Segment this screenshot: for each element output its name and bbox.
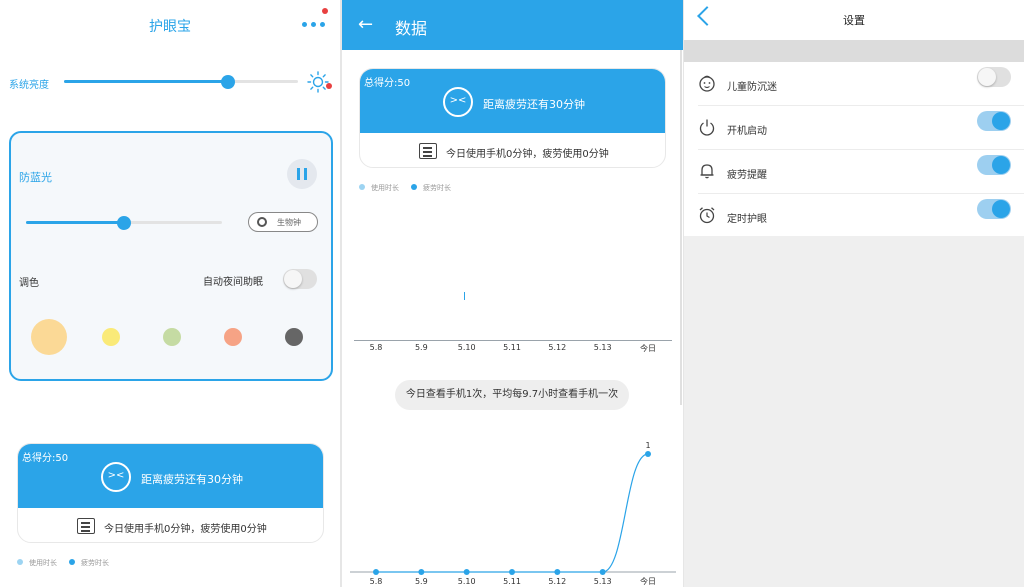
scrollbar[interactable] — [680, 50, 682, 405]
brightness-slider[interactable] — [64, 75, 298, 89]
setting-fatigue-reminder[interactable]: 疲劳提醒 — [684, 150, 1024, 194]
setting-auto-start[interactable]: 开机启动 — [684, 106, 1024, 150]
legend-fatigue-label: 疲劳时长 — [423, 184, 451, 192]
page-title: 护眼宝 — [149, 19, 191, 35]
legend-usage-dot — [359, 184, 365, 190]
x-tick-label: 5.10 — [457, 343, 476, 352]
color-swatch[interactable] — [102, 328, 120, 346]
data-header: ← 数据 — [342, 0, 683, 50]
setting-child-lock[interactable]: 儿童防沉迷 — [684, 62, 1024, 106]
data-point — [509, 569, 515, 575]
legend-usage-label: 使用时长 — [29, 559, 57, 567]
blue-light-label: 防蓝光 — [19, 171, 52, 184]
data-point — [599, 569, 606, 575]
blue-light-card: 防蓝光 生物钟 调色 自动夜间助眠 — [9, 131, 333, 381]
x-tick-label: 今日 — [640, 576, 656, 586]
fatigue-face-icon: >< — [443, 87, 473, 117]
x-tick-label: 5.9 — [415, 577, 428, 586]
settings-screen: 设置 儿童防沉迷 开机启动 疲劳提醒 定时护眼 — [684, 0, 1024, 587]
color-swatch[interactable] — [163, 328, 181, 346]
setting-label: 儿童防沉迷 — [727, 82, 777, 93]
settings-header: 设置 — [684, 0, 1024, 40]
series-line — [375, 453, 649, 573]
usage-text: 今日使用手机0分钟，疲劳使用0分钟 — [104, 524, 267, 535]
score-text: 总得分:50 — [22, 453, 69, 464]
bio-clock-button[interactable]: 生物钟 — [248, 212, 318, 232]
fatigue-face-icon: >< — [101, 462, 131, 492]
power-icon — [699, 119, 715, 136]
x-tick-label: 5.12 — [548, 577, 566, 586]
data-point — [554, 569, 561, 575]
report-icon — [419, 143, 437, 159]
x-tick-label: 5.8 — [370, 577, 383, 586]
pause-icon[interactable] — [287, 159, 317, 189]
notification-dot — [322, 8, 328, 14]
data-point — [418, 569, 425, 575]
color-swatch[interactable] — [224, 328, 242, 346]
score-card: 总得分:50 >< 距离疲劳还有30分钟 今日使用手机0分钟，疲劳使用0分钟 — [359, 68, 666, 168]
legend-fatigue-label: 疲劳时长 — [81, 559, 109, 567]
tone-label: 调色 — [19, 278, 39, 289]
fatigue-text: 距离疲劳还有30分钟 — [483, 98, 585, 111]
x-tick-label: 5.10 — [458, 577, 476, 586]
night-assist-toggle[interactable] — [283, 269, 317, 289]
usage-text: 今日使用手机0分钟，疲劳使用0分钟 — [446, 149, 609, 160]
page-title: 数据 — [395, 19, 428, 38]
legend-usage-dot — [17, 559, 23, 565]
check-summary: 今日查看手机1次，平均每9.7小时查看手机一次 — [395, 380, 629, 410]
check-count-line-chart: 5.8 5.9 5.10 5.11 5.12 5.13 今日 1 — [350, 441, 676, 586]
brightness-label: 系统亮度 — [9, 80, 49, 91]
bio-clock-icon — [257, 217, 267, 227]
data-point — [463, 569, 470, 575]
color-swatch[interactable] — [285, 328, 303, 346]
eye-protection-screen: 护眼宝 系统亮度 防蓝光 生物钟 调色 自动夜间助眠 总得分:50 >< 距离疲… — [0, 0, 340, 587]
fatigue-reminder-toggle[interactable] — [977, 155, 1011, 175]
more-icon[interactable] — [302, 8, 328, 30]
selection-marker — [464, 292, 465, 300]
data-label: 1 — [645, 441, 650, 450]
alarm-clock-icon — [699, 207, 715, 224]
sun-icon[interactable] — [306, 71, 332, 93]
setting-label: 定时护眼 — [727, 214, 767, 225]
score-card: 总得分:50 >< 距离疲劳还有30分钟 今日使用手机0分钟，疲劳使用0分钟 — [17, 443, 324, 543]
color-swatch[interactable] — [31, 319, 67, 355]
setting-label: 疲劳提醒 — [727, 170, 767, 181]
x-tick-label: 5.11 — [503, 577, 521, 586]
x-tick-label: 5.8 — [369, 343, 383, 352]
fatigue-text: 距离疲劳还有30分钟 — [141, 473, 243, 486]
report-icon — [77, 518, 95, 534]
score-text: 总得分:50 — [364, 78, 411, 89]
data-point — [373, 569, 379, 575]
x-tick-label: 5.13 — [594, 577, 612, 586]
page-title: 设置 — [843, 14, 865, 27]
night-assist-label: 自动夜间助眠 — [203, 277, 263, 288]
setting-timed-protection[interactable]: 定时护眼 — [684, 194, 1024, 238]
back-arrow-icon[interactable]: ← — [358, 14, 373, 35]
x-axis — [354, 340, 672, 341]
x-tick-label: 5.9 — [414, 343, 428, 352]
timed-protection-toggle[interactable] — [977, 199, 1011, 219]
bell-icon — [700, 164, 714, 179]
x-tick-label: 5.13 — [593, 343, 612, 352]
settings-list: 儿童防沉迷 开机启动 疲劳提醒 定时护眼 — [684, 62, 1024, 236]
x-tick-label: 今日 — [640, 344, 656, 353]
section-divider — [684, 40, 1024, 62]
bio-clock-label: 生物钟 — [277, 218, 301, 227]
x-tick-label: 5.11 — [503, 343, 521, 352]
setting-label: 开机启动 — [727, 126, 767, 137]
legend-usage-label: 使用时长 — [371, 184, 399, 192]
blue-light-slider-handle[interactable] — [117, 216, 131, 230]
data-point — [645, 451, 651, 457]
usage-bar-chart: 5.8 5.9 5.10 5.11 5.12 5.13 今日 — [354, 200, 672, 360]
child-lock-toggle[interactable] — [977, 67, 1011, 87]
brightness-slider-handle[interactable] — [220, 75, 235, 89]
data-screen: ← 数据 总得分:50 >< 距离疲劳还有30分钟 今日使用手机0分钟，疲劳使用… — [342, 0, 683, 587]
legend-fatigue-dot — [69, 559, 75, 565]
legend-fatigue-dot — [411, 184, 417, 190]
auto-start-toggle[interactable] — [977, 111, 1011, 131]
x-tick-label: 5.12 — [548, 343, 567, 352]
blue-light-slider[interactable] — [26, 216, 222, 230]
child-face-icon — [699, 75, 715, 92]
